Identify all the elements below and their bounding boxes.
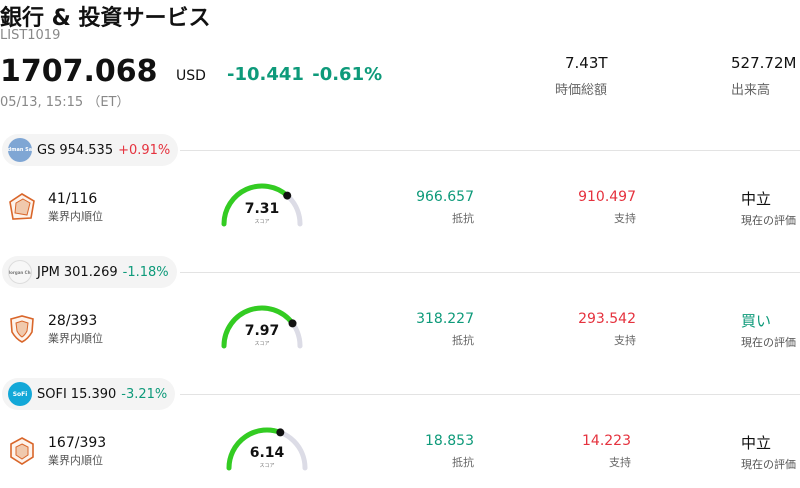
- ticker-price: 954.535: [59, 142, 114, 158]
- ticker-symbol: GS: [37, 142, 56, 158]
- resistance-value: 18.853: [425, 433, 474, 449]
- gauge-label: スコア: [259, 463, 275, 469]
- rank-pentagon-icon: [9, 193, 35, 220]
- evaluation-value: 中立: [741, 434, 772, 452]
- support-label: 支持: [614, 212, 636, 225]
- ticker-pill-jpm[interactable]: JPMorgan Chase JPM 301.269 -1.18%: [2, 256, 177, 288]
- gauge-label: スコア: [254, 341, 270, 347]
- score-gauge: 7.97 スコア: [217, 302, 307, 354]
- rank-hexagon-icon: [10, 437, 34, 465]
- ticker-change-percent: +0.91%: [118, 142, 171, 158]
- stock-row-gs: Goldman Sachs GS 954.535 +0.91% 41/116 業…: [0, 134, 800, 256]
- price-change: -10.441 -0.61%: [227, 64, 382, 85]
- support-label: 支持: [614, 334, 636, 347]
- rank-value: 41/116: [48, 191, 98, 207]
- jpmorgan-logo: JPMorgan Chase: [8, 260, 32, 284]
- ticker-pill-gs[interactable]: Goldman Sachs GS 954.535 +0.91%: [2, 134, 179, 166]
- divider: [180, 150, 800, 151]
- evaluation-value: 買い: [741, 312, 772, 330]
- ticker-change-percent: -3.21%: [121, 386, 168, 402]
- support-value: 910.497: [578, 189, 636, 205]
- evaluation-label: 現在の評価: [741, 458, 796, 471]
- goldman-sachs-logo: Goldman Sachs: [8, 138, 32, 162]
- ticker-price: 15.390: [70, 386, 117, 402]
- timestamp: 05/13, 15:15 （ET）: [0, 95, 130, 110]
- resistance-label: 抵抗: [452, 456, 474, 469]
- index-price: 1707.068: [0, 54, 158, 89]
- ticker-symbol: SOFI: [37, 386, 67, 402]
- price-change-percent: -0.61%: [312, 64, 383, 85]
- evaluation-label: 現在の評価: [741, 336, 796, 349]
- price-change-value: -10.441: [227, 64, 304, 85]
- divider: [180, 394, 800, 395]
- resistance-value: 966.657: [416, 189, 474, 205]
- resistance-label: 抵抗: [452, 334, 474, 347]
- evaluation-label: 現在の評価: [741, 214, 796, 227]
- rank-label: 業界内順位: [48, 454, 103, 467]
- ticker-change-percent: -1.18%: [122, 264, 169, 280]
- rank-label: 業界内順位: [48, 210, 103, 223]
- gauge-score: 6.14: [249, 445, 285, 461]
- support-value: 293.542: [578, 311, 636, 327]
- list-code: LIST1019: [0, 28, 61, 43]
- resistance-label: 抵抗: [452, 212, 474, 225]
- divider: [180, 272, 800, 273]
- stock-row-jpm: JPMorgan Chase JPM 301.269 -1.18% 28/393…: [0, 256, 800, 378]
- market-cap-label: 時価総額: [555, 83, 608, 98]
- support-value: 14.223: [582, 433, 631, 449]
- rank-value: 167/393: [48, 435, 107, 451]
- volume-value: 527.72M: [731, 54, 797, 72]
- ticker-pill-sofi[interactable]: SoFi SOFI 15.390 -3.21%: [2, 378, 176, 410]
- gauge-score: 7.31: [244, 201, 280, 217]
- rank-shield-icon: [10, 315, 34, 343]
- ticker-symbol: JPM: [37, 264, 60, 280]
- sofi-logo: SoFi: [8, 382, 32, 406]
- rank-value: 28/393: [48, 313, 98, 329]
- resistance-value: 318.227: [416, 311, 474, 327]
- support-label: 支持: [609, 456, 631, 469]
- gauge-score: 7.97: [244, 323, 280, 339]
- rank-label: 業界内順位: [48, 332, 103, 345]
- score-gauge: 7.31 スコア: [217, 180, 307, 232]
- volume-label: 出来高: [731, 83, 771, 98]
- market-cap-value: 7.43T: [565, 54, 608, 72]
- score-gauge: 6.14 スコア: [222, 424, 312, 476]
- gauge-label: スコア: [254, 219, 270, 225]
- evaluation-value: 中立: [741, 190, 772, 208]
- currency-label: USD: [176, 68, 206, 84]
- stock-row-sofi: SoFi SOFI 15.390 -3.21% 167/393 業界内順位 6.…: [0, 378, 800, 488]
- ticker-price: 301.269: [63, 264, 118, 280]
